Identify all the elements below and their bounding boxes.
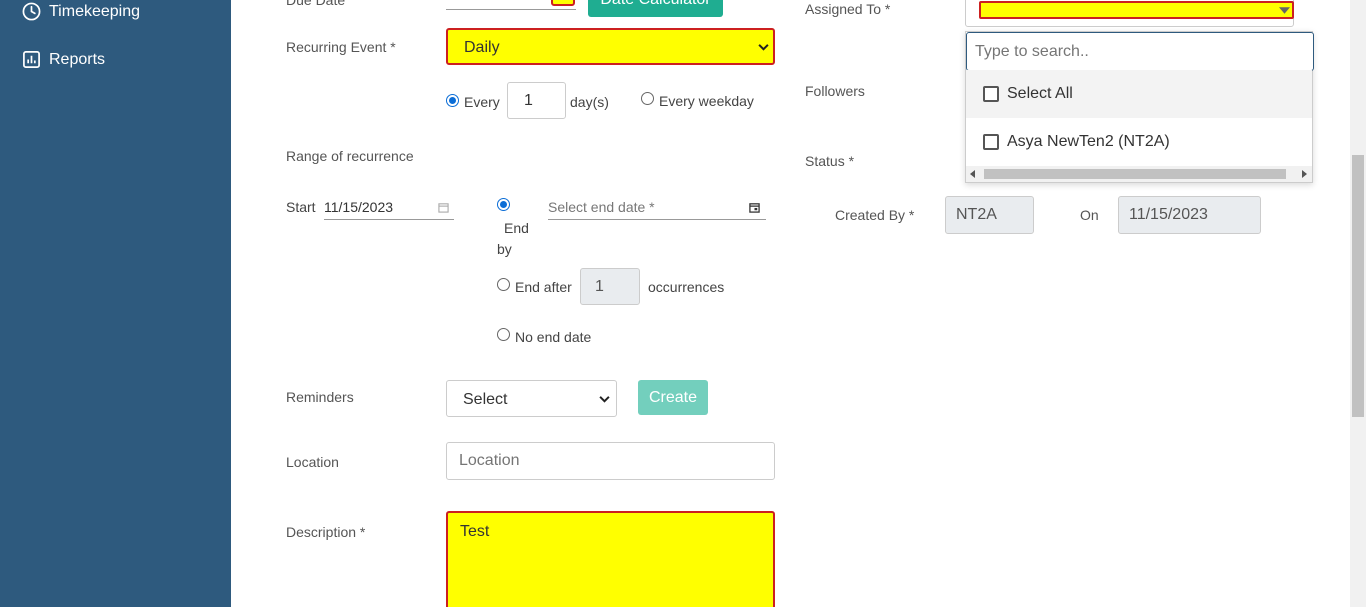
due-date-label: Due Date	[286, 0, 346, 8]
end-date-placeholder: Select end date *	[548, 199, 655, 215]
assigned-to-select[interactable]	[965, 0, 1294, 27]
end-by-label-2: by	[497, 241, 512, 257]
chevron-down-icon	[599, 396, 610, 403]
dropdown-item-select-all[interactable]: Select All	[966, 70, 1312, 118]
reminders-value: Select	[463, 391, 508, 408]
dropdown-item-label: Select All	[1007, 85, 1073, 102]
end-date-field[interactable]: Select end date *	[548, 198, 766, 220]
recurring-event-value: Daily	[464, 39, 500, 56]
scrollbar-thumb[interactable]	[1352, 155, 1364, 417]
assigned-to-highlight	[979, 1, 1294, 19]
reminders-label: Reminders	[286, 389, 354, 405]
description-value: Test	[460, 523, 490, 540]
checkbox[interactable]	[983, 86, 999, 102]
scroll-left-icon[interactable]	[970, 170, 976, 178]
every-weekday-label: Every weekday	[659, 93, 754, 109]
followers-label: Followers	[805, 83, 865, 99]
location-label: Location	[286, 454, 339, 470]
reminders-select[interactable]: Select	[446, 380, 617, 417]
dropdown-horizontal-scrollbar[interactable]	[966, 166, 1312, 182]
every-label: Every	[464, 94, 500, 110]
sidebar-item-label: Reports	[49, 50, 106, 68]
recurring-event-select[interactable]: Daily	[446, 28, 775, 65]
sidebar-item-timekeeping[interactable]: Timekeeping	[22, 2, 140, 21]
assigned-to-search-input[interactable]	[966, 32, 1314, 71]
occurrences-label: occurrences	[648, 279, 725, 295]
start-label: Start	[286, 199, 316, 215]
assigned-to-label: Assigned To *	[805, 1, 891, 17]
on-label: On	[1080, 207, 1099, 223]
end-after-occurrences-input: 1	[580, 268, 640, 305]
create-reminder-button[interactable]: Create	[638, 380, 708, 415]
dropdown-item-label: Asya NewTen2 (NT2A)	[1007, 133, 1170, 150]
date-calculator-button[interactable]: Date Calculator	[588, 0, 723, 17]
end-after-label: End after	[515, 279, 572, 295]
days-label: day(s)	[570, 94, 609, 110]
chevron-down-icon	[758, 44, 769, 51]
sidebar-item-label: Timekeeping	[49, 2, 141, 20]
every-weekday-radio[interactable]	[641, 92, 654, 105]
status-label: Status *	[805, 153, 855, 169]
end-after-radio[interactable]	[497, 278, 510, 291]
caret-down-icon	[1279, 7, 1290, 14]
no-end-date-label: No end date	[515, 329, 592, 345]
every-radio[interactable]	[446, 94, 459, 107]
start-date-value: 11/15/2023	[324, 199, 394, 215]
due-date-calendar-button[interactable]	[551, 0, 575, 6]
scroll-right-icon[interactable]	[1302, 170, 1308, 178]
description-textarea[interactable]: Test	[446, 511, 775, 607]
clock-icon	[22, 2, 41, 21]
start-date-field[interactable]: 11/15/2023	[324, 198, 454, 220]
created-by-input: NT2A	[945, 196, 1034, 234]
dropdown-item-user[interactable]: Asya NewTen2 (NT2A)	[966, 118, 1312, 166]
created-on-input: 11/15/2023	[1118, 196, 1261, 234]
sidebar: Timekeeping Reports	[0, 0, 231, 607]
calendar-icon	[749, 203, 760, 213]
recurring-event-label: Recurring Event *	[286, 39, 396, 55]
scrollbar-thumb[interactable]	[984, 169, 1286, 179]
calendar-icon	[438, 203, 449, 213]
chart-icon	[23, 51, 40, 68]
range-of-recurrence-label: Range of recurrence	[286, 148, 414, 164]
location-input[interactable]	[446, 442, 775, 480]
end-by-radio[interactable]	[497, 198, 510, 211]
checkbox[interactable]	[983, 134, 999, 150]
every-days-input[interactable]: 1	[507, 82, 566, 119]
created-by-label: Created By *	[835, 207, 915, 223]
assigned-to-dropdown: Select All Asya NewTen2 (NT2A)	[965, 31, 1314, 183]
sidebar-item-reports[interactable]: Reports	[22, 50, 105, 69]
no-end-date-radio[interactable]	[497, 328, 510, 341]
description-label: Description *	[286, 524, 366, 540]
page-vertical-scrollbar[interactable]	[1350, 0, 1366, 607]
end-by-label: End	[504, 220, 529, 236]
